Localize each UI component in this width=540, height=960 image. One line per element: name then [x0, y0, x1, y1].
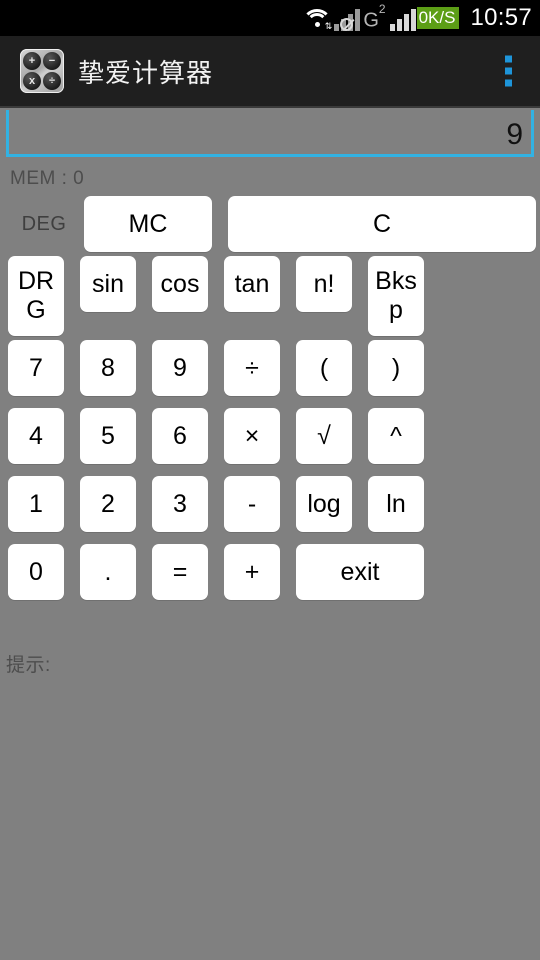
- close-paren-button[interactable]: ): [368, 340, 424, 396]
- digit-8-button[interactable]: 8: [80, 340, 136, 396]
- decimal-point-button[interactable]: .: [80, 544, 136, 600]
- multiply-icon: x: [23, 72, 41, 90]
- equals-button[interactable]: =: [152, 544, 208, 600]
- open-paren-button[interactable]: (: [296, 340, 352, 396]
- hint-label: 提示:: [6, 655, 51, 676]
- expression-input[interactable]: 9: [6, 110, 534, 157]
- factorial-button[interactable]: n!: [296, 256, 352, 312]
- display-area: 9 MEM : 0: [0, 110, 540, 190]
- keypad-row-1: 7 8 9 ÷ ( ): [0, 340, 540, 396]
- network-speed-badge: 0K/S: [416, 7, 460, 29]
- clear-button[interactable]: C: [228, 196, 536, 252]
- digit-4-button[interactable]: 4: [8, 408, 64, 464]
- multiply-button[interactable]: ×: [224, 408, 280, 464]
- minus-icon: −: [43, 52, 61, 70]
- signal-bars-icon: [389, 5, 416, 31]
- keypad: DEG MC C DRG sin cos tan n! Bksp 7 8 9 ÷…: [0, 196, 540, 604]
- keypad-row-3: 1 2 3 - log ln: [0, 476, 540, 532]
- memory-label: MEM : 0: [10, 168, 85, 189]
- backspace-button[interactable]: Bksp: [368, 256, 424, 336]
- drg-button[interactable]: DRG: [8, 256, 64, 336]
- status-clock: 10:57: [470, 4, 532, 31]
- digit-1-button[interactable]: 1: [8, 476, 64, 532]
- calculator-app-icon: + − x ÷: [20, 49, 64, 93]
- status-bar: ⇅ G2 0K/S 10:57: [0, 0, 540, 36]
- status-icons: ⇅ G2 0K/S 10:57: [302, 0, 532, 36]
- angle-mode-label: DEG: [21, 212, 67, 235]
- exit-button[interactable]: exit: [296, 544, 424, 600]
- network-type-label: G2: [363, 2, 386, 32]
- divide-button[interactable]: ÷: [224, 340, 280, 396]
- tan-button[interactable]: tan: [224, 256, 280, 312]
- overflow-menu-icon[interactable]: [499, 50, 518, 93]
- sin-button[interactable]: sin: [80, 256, 136, 312]
- memory-clear-button[interactable]: MC: [84, 196, 212, 252]
- display-value: 9: [506, 118, 523, 151]
- digit-0-button[interactable]: 0: [8, 544, 64, 600]
- keypad-row-4: 0 . = + exit: [0, 544, 540, 600]
- plus-icon: +: [23, 52, 41, 70]
- action-bar: + − x ÷ 挚爱计算器: [0, 36, 540, 108]
- digit-9-button[interactable]: 9: [152, 340, 208, 396]
- keypad-row-2: 4 5 6 × √ ^: [0, 408, 540, 464]
- digit-3-button[interactable]: 3: [152, 476, 208, 532]
- divide-icon: ÷: [43, 72, 61, 90]
- minus-button[interactable]: -: [224, 476, 280, 532]
- wifi-icon: ⇅: [302, 5, 333, 31]
- log-button[interactable]: log: [296, 476, 352, 532]
- digit-7-button[interactable]: 7: [8, 340, 64, 396]
- keypad-row-top: DEG MC C: [0, 196, 540, 252]
- digit-6-button[interactable]: 6: [152, 408, 208, 464]
- digit-2-button[interactable]: 2: [80, 476, 136, 532]
- digit-5-button[interactable]: 5: [80, 408, 136, 464]
- sqrt-button[interactable]: √: [296, 408, 352, 464]
- ln-button[interactable]: ln: [368, 476, 424, 532]
- power-button[interactable]: ^: [368, 408, 424, 464]
- app-title: 挚爱计算器: [78, 57, 214, 88]
- keypad-row-functions: DRG sin cos tan n! Bksp: [0, 256, 540, 336]
- cos-button[interactable]: cos: [152, 256, 208, 312]
- signal-bars-no-service-icon: [334, 5, 361, 31]
- plus-button[interactable]: +: [224, 544, 280, 600]
